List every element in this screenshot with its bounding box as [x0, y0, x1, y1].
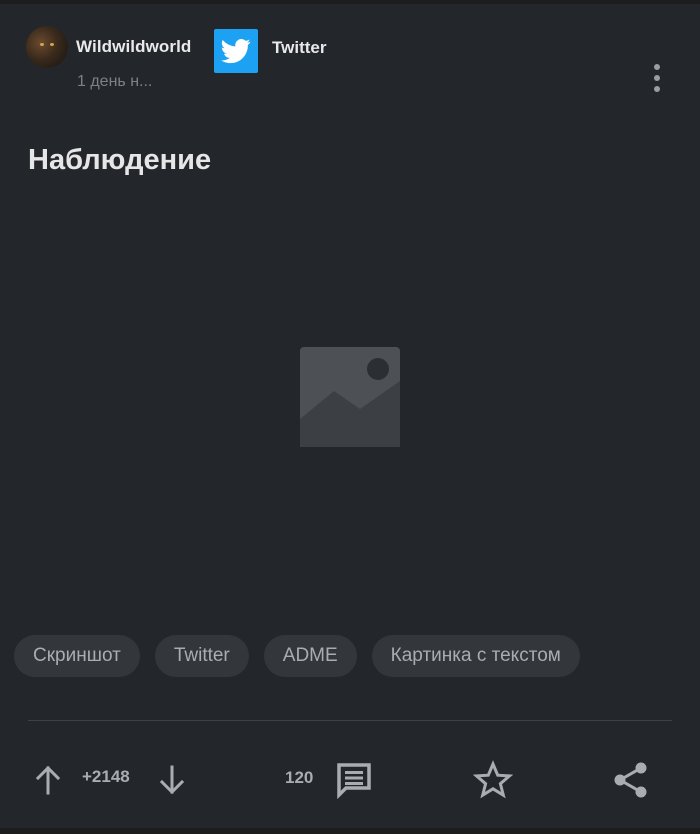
more-dot — [654, 64, 660, 70]
comments-count: 120 — [285, 768, 314, 787]
more-vertical-icon[interactable] — [652, 64, 662, 92]
star-icon[interactable] — [470, 758, 516, 802]
tag-item[interactable]: ADME — [263, 635, 357, 677]
arrow-down-svg — [159, 765, 185, 795]
comment-svg — [337, 763, 371, 799]
tag-item[interactable]: Картинка с текстом — [371, 635, 580, 677]
rating-value: +2148 — [82, 767, 130, 786]
community-name[interactable]: Twitter — [272, 38, 326, 58]
author-avatar[interactable] — [26, 26, 68, 68]
more-dot — [654, 86, 660, 92]
post-card: Wildwildworld 1 день н... Twitter Наблюд… — [0, 4, 700, 828]
share-svg — [614, 762, 647, 798]
tag-item[interactable]: Twitter — [154, 635, 249, 677]
tag-item[interactable]: Скриншот — [14, 635, 140, 677]
star-svg — [473, 760, 513, 799]
twitter-bird-svg — [221, 39, 251, 64]
arrow-up-svg — [35, 765, 61, 795]
image-placeholder-svg — [300, 347, 400, 447]
post-header: Wildwildworld 1 день н... Twitter — [26, 26, 680, 96]
avatar-eye — [50, 43, 54, 46]
share-icon[interactable] — [608, 758, 654, 802]
author-name[interactable]: Wildwildworld — [76, 37, 191, 57]
post-actions: +2148 120 — [0, 754, 700, 804]
comment-icon[interactable] — [332, 758, 376, 802]
tag-list: Скриншот Twitter ADME Картинка с текстом — [14, 635, 580, 677]
arrow-down-icon[interactable] — [154, 760, 190, 800]
arrow-up-icon[interactable] — [30, 760, 66, 800]
post-time: 1 день н... — [77, 73, 153, 90]
more-dot — [654, 75, 660, 81]
avatar-eye — [40, 43, 44, 46]
post-title[interactable]: Наблюдение — [28, 144, 211, 177]
image-placeholder-icon[interactable] — [300, 347, 400, 447]
twitter-bird-icon[interactable] — [214, 29, 258, 73]
divider — [28, 720, 672, 721]
